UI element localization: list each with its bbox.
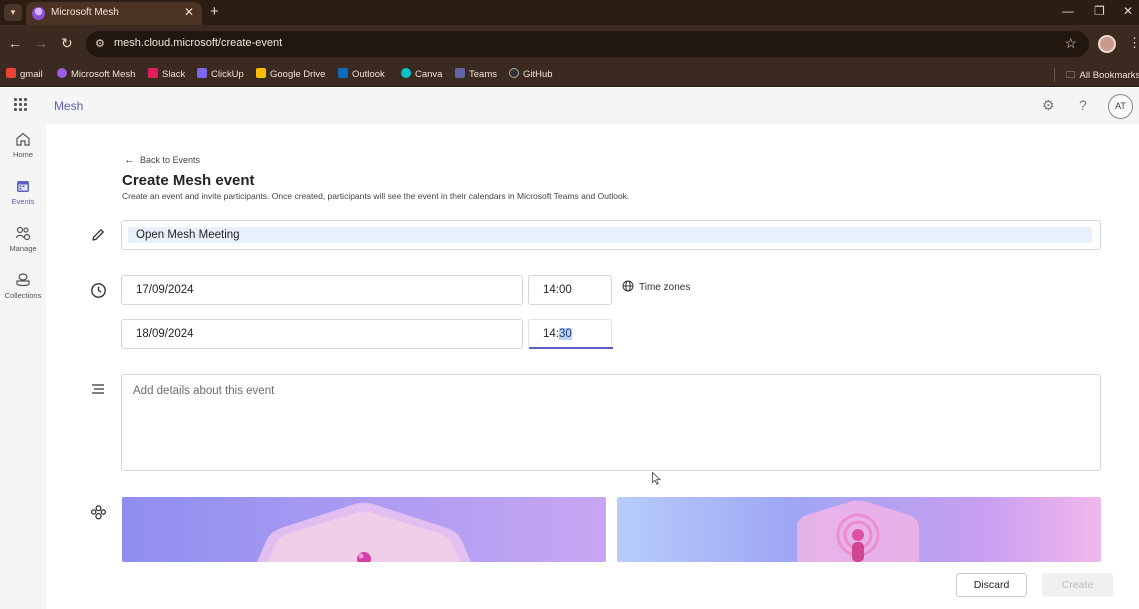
page-subtitle: Create an event and invite participants.… (122, 191, 630, 201)
browser-tab[interactable]: Microsoft Mesh ✕ (26, 2, 202, 25)
event-name-highlight (128, 227, 1092, 243)
tab-close-icon[interactable]: ✕ (184, 5, 194, 19)
app-header: Mesh ⚙ ? AT (0, 88, 1139, 124)
minimize-icon[interactable]: — (1062, 4, 1074, 18)
help-icon[interactable]: ? (1079, 97, 1087, 113)
environment-card-1[interactable] (122, 497, 606, 562)
bookmark-outlook[interactable]: Outlook (338, 68, 385, 80)
site-info-icon[interactable]: ⚙ (95, 37, 105, 50)
event-name-input[interactable]: Open Mesh Meeting (121, 220, 1101, 250)
start-date-value: 17/09/2024 (136, 284, 194, 296)
mesh-favicon-icon (32, 7, 45, 20)
clock-icon (91, 283, 106, 298)
rail-label: Collections (4, 291, 42, 300)
focus-underline (529, 347, 613, 349)
back-nav-icon[interactable]: ← (8, 35, 22, 51)
end-time-input[interactable]: 14:30 (528, 319, 613, 349)
form-footer: Discard Create (48, 562, 1139, 609)
text-lines-icon (92, 384, 104, 394)
bookmark-gmail[interactable]: gmail (6, 68, 43, 80)
settings-gear-icon[interactable]: ⚙ (1042, 97, 1055, 114)
window-close-icon[interactable]: ✕ (1123, 4, 1133, 18)
bookmark-teams[interactable]: Teams (455, 68, 497, 80)
home-icon (16, 132, 30, 146)
rail-item-home[interactable]: Home (0, 131, 46, 159)
start-time-value: 14:00 (543, 284, 572, 296)
url-field[interactable]: ⚙ mesh.cloud.microsoft/create-event ☆ (86, 31, 1089, 57)
bookmark-clickup[interactable]: ClickUp (197, 68, 244, 80)
bookmark-google-drive[interactable]: Google Drive (256, 68, 325, 80)
browser-menu-icon[interactable]: ⋮ (1128, 35, 1139, 51)
slack-icon (148, 68, 158, 78)
maximize-icon[interactable]: ❐ (1094, 4, 1105, 18)
event-name-value: Open Mesh Meeting (136, 229, 240, 241)
environment-illustration-2 (797, 500, 919, 562)
start-time-input[interactable]: 14:00 (528, 275, 612, 305)
back-to-events-link[interactable]: ← Back to Events (124, 154, 200, 166)
github-icon (509, 68, 519, 78)
manage-icon (15, 226, 31, 241)
bookmark-slack[interactable]: Slack (148, 68, 185, 80)
end-date-value: 18/09/2024 (136, 328, 194, 340)
app-launcher-icon[interactable] (14, 98, 28, 112)
all-bookmarks[interactable]: 🗀 All Bookmarks (1066, 68, 1139, 84)
folder-icon: 🗀 (1066, 70, 1076, 81)
profile-avatar[interactable] (1098, 35, 1116, 53)
participants-icon (90, 505, 107, 520)
bookmarks-divider (1054, 68, 1055, 82)
canva-icon (401, 68, 411, 78)
rail-label: Events (11, 197, 35, 206)
bookmark-github[interactable]: GitHub (509, 68, 553, 80)
browser-tab-bar: ▾ Microsoft Mesh ✕ + — ❐ ✕ (0, 0, 1139, 25)
bookmark-star-icon[interactable]: ☆ (1064, 35, 1077, 52)
create-button[interactable]: Create (1042, 573, 1113, 597)
pencil-icon (92, 229, 104, 241)
start-date-input[interactable]: 17/09/2024 (121, 275, 523, 305)
address-bar: ← → ↻ ⚙ mesh.cloud.microsoft/create-even… (0, 25, 1139, 63)
mesh-icon (57, 68, 67, 78)
tab-title: Microsoft Mesh (51, 7, 119, 18)
url-text: mesh.cloud.microsoft/create-event (114, 37, 283, 49)
back-label: Back to Events (140, 155, 201, 165)
globe-icon (622, 280, 634, 292)
environment-card-2[interactable] (617, 497, 1101, 562)
time-zones-button[interactable]: Time zones (622, 280, 690, 293)
left-rail: Home Events Manage Collections (0, 124, 46, 609)
gmail-icon (6, 68, 16, 78)
collections-icon (16, 273, 30, 287)
google-drive-icon (256, 68, 266, 78)
rail-item-manage[interactable]: Manage (0, 225, 46, 253)
discard-button[interactable]: Discard (956, 573, 1027, 597)
tab-search-icon[interactable]: ▾ (4, 4, 22, 21)
page-title: Create Mesh event (122, 172, 255, 189)
reload-icon[interactable]: ↻ (61, 35, 73, 52)
teams-icon (455, 68, 465, 78)
clickup-icon (197, 68, 207, 78)
end-time-value: 14:30 (543, 328, 572, 340)
details-placeholder: Add details about this event (133, 385, 275, 397)
forward-nav-icon[interactable]: → (34, 35, 48, 51)
rail-label: Manage (9, 244, 37, 253)
arrow-left-icon: ← (124, 154, 135, 166)
main-content: ← Back to Events Create Mesh event Create… (48, 124, 1139, 609)
environment-illustration-1 (257, 502, 471, 562)
app-title[interactable]: Mesh (54, 99, 83, 113)
mouse-cursor-icon (652, 472, 661, 485)
calendar-icon (17, 181, 29, 192)
end-time-prefix: 14: (543, 328, 559, 340)
new-tab-icon[interactable]: + (210, 3, 219, 20)
details-textarea[interactable]: Add details about this event (121, 374, 1101, 471)
time-zones-label: Time zones (639, 282, 691, 293)
rail-label: Home (12, 150, 33, 159)
bookmark-canva[interactable]: Canva (401, 68, 442, 80)
bookmarks-bar: gmail Microsoft Mesh Slack ClickUp Googl… (0, 63, 1139, 87)
user-avatar[interactable]: AT (1108, 94, 1133, 119)
outlook-icon (338, 68, 348, 78)
end-time-selection: 30 (559, 328, 572, 340)
rail-item-collections[interactable]: Collections (0, 272, 46, 300)
end-date-input[interactable]: 18/09/2024 (121, 319, 523, 349)
bookmark-microsoft-mesh[interactable]: Microsoft Mesh (57, 68, 135, 80)
rail-item-events[interactable]: Events (0, 178, 46, 206)
